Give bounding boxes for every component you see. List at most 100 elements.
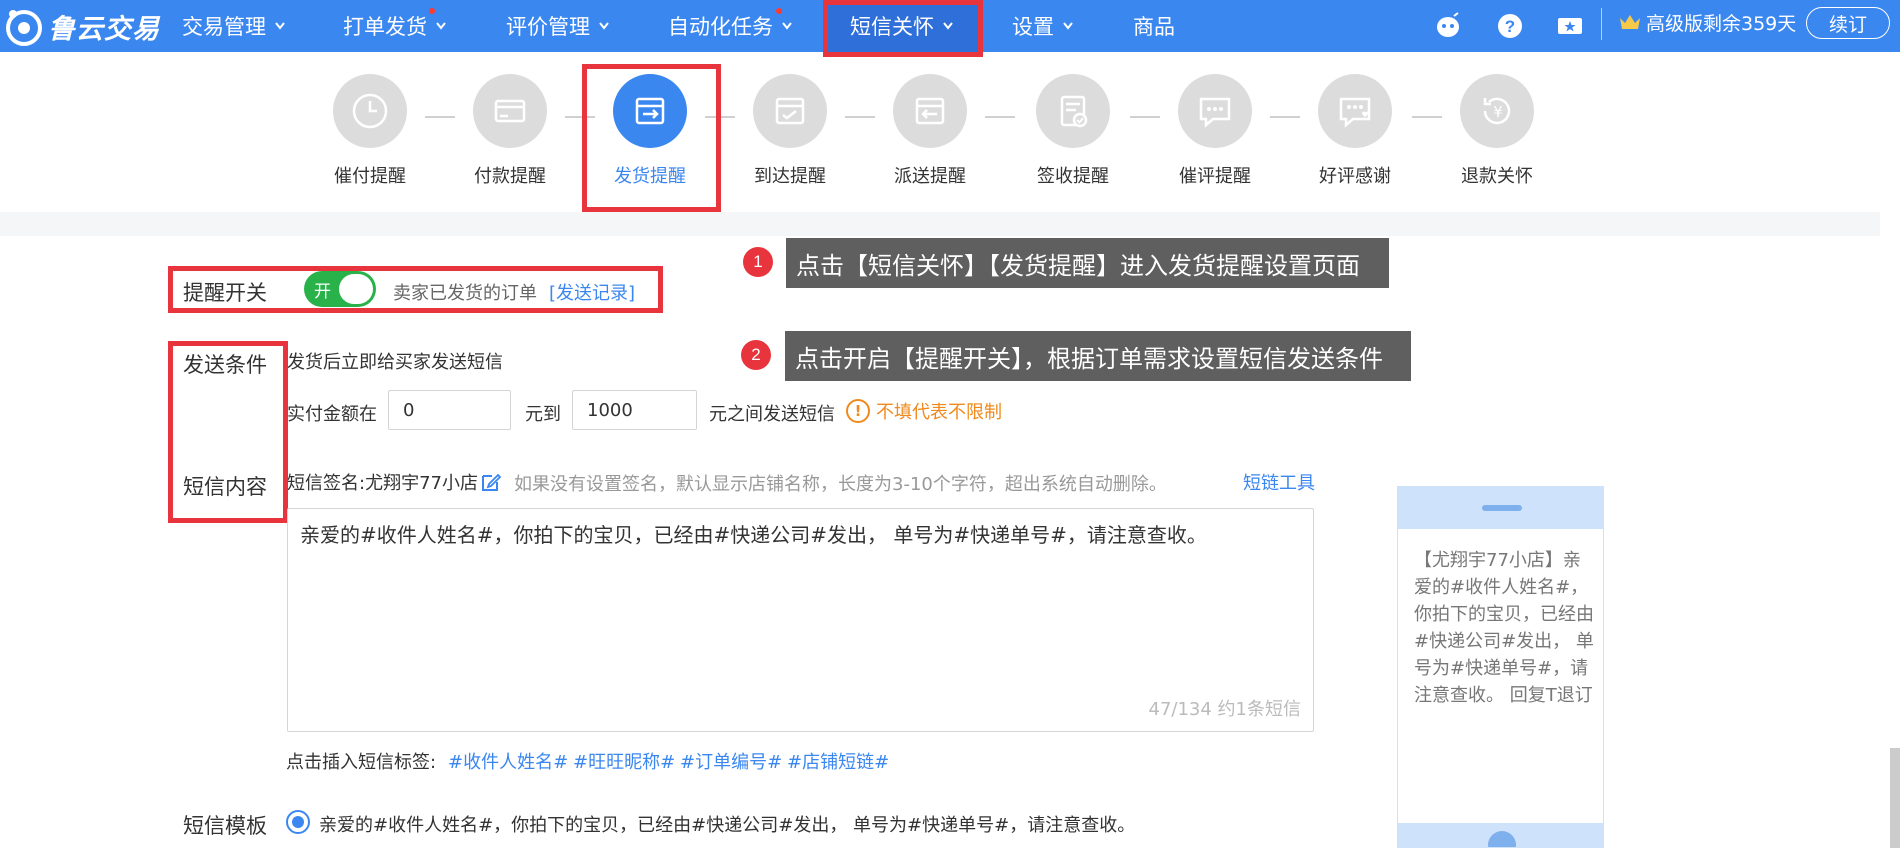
min-amount-input[interactable]: 0 (388, 390, 511, 430)
comment-icon (1199, 97, 1231, 128)
chevron-down-icon (599, 22, 609, 30)
warning-text: 不填代表不限制 (876, 402, 1002, 423)
svg-text:?: ? (1505, 17, 1515, 36)
send-record-link[interactable]: [发送记录] (549, 279, 635, 305)
nav-item-label: 商品 (1133, 15, 1175, 39)
step-connector (1130, 116, 1160, 118)
step-review-urge[interactable]: 催评提醒 (1160, 74, 1270, 188)
sms-content-textarea[interactable]: 亲爱的#收件人姓名#，你拍下的宝贝，已经由#快递公司#发出， 单号为#快递单号#… (287, 508, 1314, 732)
content-label: 短信内容 (183, 475, 267, 499)
chevron-down-icon (275, 22, 285, 30)
nav-item-sms-care[interactable]: 短信关怀 (850, 0, 953, 52)
arrive-box-icon (775, 97, 805, 125)
char-counter: 47/134 约1条短信 (1148, 699, 1302, 720)
ship-box-icon (635, 97, 665, 125)
scrollbar-thumb[interactable] (1890, 748, 1900, 848)
coupon-icon[interactable] (1554, 10, 1586, 42)
warning-icon: ! (846, 399, 870, 423)
step-circle (1036, 74, 1110, 148)
amount-mid-text: 元到 (525, 404, 561, 425)
step-payment-notice[interactable]: 付款提醒 (455, 74, 565, 188)
sms-preview-phone: 【尤翔宇77小店】亲爱的#收件人姓名#，你拍下的宝贝，已经由#快递公司#发出， … (1397, 486, 1604, 848)
step-dispatch-notice[interactable]: 派送提醒 (875, 74, 985, 188)
nav-item-settings[interactable]: 设置 (1012, 0, 1073, 52)
template-option-text[interactable]: 亲爱的#收件人姓名#，你拍下的宝贝，已经由#快递公司#发出， 单号为#快递单号#… (319, 811, 1135, 837)
step-good-review-thanks[interactable]: 好评感谢 (1300, 74, 1410, 188)
step-label: 派送提醒 (894, 166, 966, 187)
tag-order-number[interactable]: #订单编号# (680, 748, 782, 774)
tag-shop-short-link[interactable]: #店铺短链# (787, 748, 889, 774)
step-connector (1270, 116, 1300, 118)
reminder-toggle-switch[interactable]: 开 (304, 271, 376, 307)
renew-button[interactable]: 续订 (1806, 7, 1890, 39)
step-connector (565, 116, 595, 118)
radio-dot (292, 816, 304, 828)
sign-doc-icon (1060, 95, 1088, 128)
edit-icon[interactable] (479, 470, 503, 494)
tag-receiver-name[interactable]: #收件人姓名# (448, 748, 568, 774)
step-label: 好评感谢 (1319, 166, 1391, 187)
logo-icon (6, 10, 42, 46)
callout-text: 点击【短信关怀】【发货提醒】进入发货提醒设置页面 (796, 251, 1360, 280)
nav-item-label: 评价管理 (506, 15, 590, 39)
brand-name: 鲁云交易 (48, 13, 160, 45)
nav-item-label: 交易管理 (182, 15, 266, 39)
nav-item-products[interactable]: 商品 (1133, 0, 1175, 52)
deliver-box-icon (915, 97, 945, 125)
step-label: 签收提醒 (1037, 166, 1109, 187)
step-connector (425, 116, 455, 118)
step-sign-notice[interactable]: 签收提醒 (1018, 74, 1128, 188)
nav-item-print-ship[interactable]: 打单发货 (343, 0, 446, 52)
tag-wangwang-nick[interactable]: #旺旺昵称# (573, 748, 675, 774)
clock-icon (352, 93, 388, 129)
nav-item-review[interactable]: 评价管理 (506, 0, 609, 52)
nav-item-automation[interactable]: 自动化任务 (668, 0, 792, 52)
callout-step-2: 点击开启【提醒开关】，根据订单需求设置短信发送条件 (785, 331, 1411, 381)
sms-signature: 短信签名:尤翔宇77小店 (287, 473, 478, 494)
sms-content-text: 亲爱的#收件人姓名#，你拍下的宝贝，已经由#快递公司#发出， 单号为#快递单号#… (300, 523, 1207, 547)
callout-number-1: 1 (743, 247, 773, 277)
nav-item-label: 打单发货 (343, 15, 427, 39)
reminder-steps: 催付提醒 付款提醒 发货提醒 到达提醒 派送提醒 签收提醒 催评提醒 好评感谢 … (0, 52, 1880, 212)
step-circle (893, 74, 967, 148)
notification-dot (429, 8, 435, 14)
switch-description: 卖家已发货的订单 (393, 283, 537, 304)
nav-item-trade[interactable]: 交易管理 (182, 0, 285, 52)
step-arrival-notice[interactable]: 到达提醒 (735, 74, 845, 188)
callout-number-2: 2 (741, 340, 771, 370)
step-refund-care[interactable]: ¥ 退款关怀 (1442, 74, 1552, 188)
step-label: 退款关怀 (1461, 166, 1533, 187)
step-shipping-notice[interactable]: 发货提醒 (595, 74, 705, 188)
step-circle (753, 74, 827, 148)
nav-item-label: 自动化任务 (668, 15, 773, 39)
nav-item-label: 设置 (1012, 15, 1054, 39)
chevron-down-icon (1063, 22, 1073, 30)
preview-message: 【尤翔宇77小店】亲爱的#收件人姓名#，你拍下的宝贝，已经由#快递公司#发出， … (1414, 550, 1594, 706)
chevron-down-icon (436, 22, 446, 30)
step-circle (1178, 74, 1252, 148)
template-radio[interactable] (286, 810, 310, 834)
chat-bot-icon[interactable] (1432, 10, 1464, 42)
insert-tag-label: 点击插入短信标签: (286, 752, 437, 773)
short-link-tool[interactable]: 短链工具 (1243, 469, 1315, 495)
crown-icon (1620, 15, 1640, 29)
scrollbar[interactable] (1880, 52, 1900, 848)
condition-immediate-text: 发货后立即给买家发送短信 (287, 352, 503, 373)
toggle-state-text: 开 (314, 282, 331, 302)
step-label: 付款提醒 (474, 166, 546, 187)
nav-item-label: 短信关怀 (850, 15, 934, 39)
brand-logo[interactable]: 鲁云交易 (4, 4, 160, 48)
phone-speaker (1482, 505, 1522, 511)
help-icon[interactable]: ? (1494, 10, 1526, 42)
callout-step-1: 点击【短信关怀】【发货提醒】进入发货提醒设置页面 (786, 238, 1389, 288)
step-payment-urge[interactable]: 催付提醒 (315, 74, 425, 188)
svg-text:¥: ¥ (1493, 103, 1503, 121)
signature-hint: 如果没有设置签名，默认显示店铺名称，长度为3-10个字符，超出系统自动删除。 (514, 474, 1167, 495)
callout-text: 点击开启【提醒开关】，根据订单需求设置短信发送条件 (795, 344, 1383, 373)
step-circle (613, 74, 687, 148)
vip-remaining-text: 高级版剩余359天 (1646, 12, 1797, 35)
amount-suffix: 元之间发送短信 (709, 404, 835, 425)
card-icon (494, 99, 526, 123)
max-amount-input[interactable]: 1000 (572, 390, 697, 430)
step-connector (705, 116, 735, 118)
